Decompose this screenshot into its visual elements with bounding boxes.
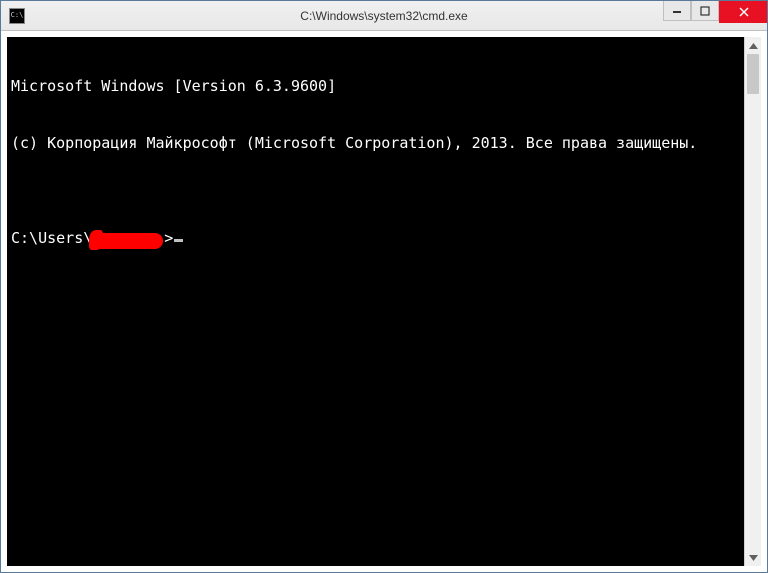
titlebar[interactable]: C:\ C:\Windows\system32\cmd.exe — [1, 1, 767, 31]
client-area: Microsoft Windows [Version 6.3.9600] (c)… — [1, 31, 767, 572]
app-icon: C:\ — [9, 8, 25, 24]
chevron-up-icon — [749, 43, 758, 49]
prompt-line: C:\Users\ > — [11, 229, 740, 248]
version-line: Microsoft Windows [Version 6.3.9600] — [11, 77, 740, 96]
close-icon — [738, 6, 750, 18]
scroll-up-button[interactable] — [745, 37, 761, 54]
prompt-prefix: C:\Users\ — [11, 229, 92, 248]
console-output[interactable]: Microsoft Windows [Version 6.3.9600] (c)… — [7, 37, 744, 566]
redacted-username — [93, 233, 163, 249]
copyright-line: (c) Корпорация Майкрософт (Microsoft Cor… — [11, 134, 740, 153]
window-controls — [663, 1, 767, 30]
minimize-button[interactable] — [663, 1, 691, 21]
chevron-down-icon — [749, 555, 758, 561]
maximize-button[interactable] — [691, 1, 719, 21]
maximize-icon — [700, 6, 710, 16]
scroll-down-button[interactable] — [745, 549, 761, 566]
prompt-suffix: > — [164, 229, 173, 248]
vertical-scrollbar[interactable] — [744, 37, 761, 566]
window-title: C:\Windows\system32\cmd.exe — [1, 9, 767, 23]
minimize-icon — [672, 6, 682, 16]
app-icon-glyph: C:\ — [11, 12, 24, 19]
cmd-window: C:\ C:\Windows\system32\cmd.exe — [0, 0, 768, 573]
text-cursor — [174, 239, 183, 242]
scroll-track[interactable] — [745, 54, 761, 549]
scroll-thumb[interactable] — [747, 54, 759, 94]
close-button[interactable] — [719, 1, 767, 23]
